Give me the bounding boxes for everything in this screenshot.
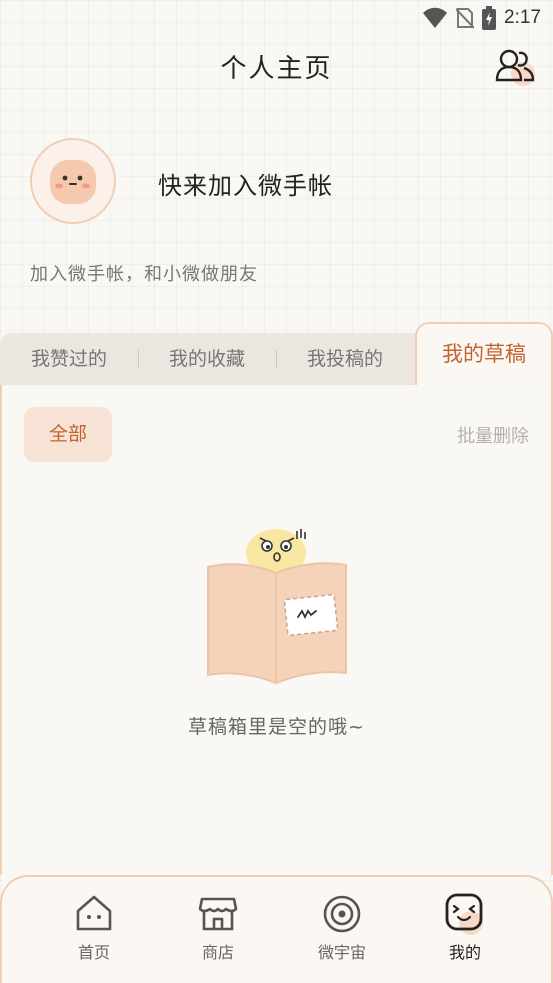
page-title: 个人主页 [220, 54, 333, 84]
filter-all-chip[interactable]: 全部 [24, 407, 112, 462]
batch-delete-button[interactable]: 批量删除 [457, 422, 529, 448]
status-time: 2:17 [504, 7, 541, 28]
friends-icon [495, 49, 535, 86]
nav-home-label: 首页 [77, 943, 110, 962]
empty-illustration [200, 525, 350, 690]
nav-shop-label: 商店 [201, 943, 234, 962]
nav-mine[interactable]: 我的 [425, 893, 505, 963]
nav-universe-label: 微宇宙 [317, 943, 366, 962]
universe-icon [323, 895, 361, 933]
status-bar: 2:17 [0, 0, 553, 36]
nav-home[interactable]: 首页 [54, 893, 134, 963]
profile-name[interactable]: 快来加入微手帐 [158, 166, 333, 201]
shop-icon [198, 897, 238, 931]
wifi-icon [423, 7, 448, 28]
avatar[interactable] [30, 138, 116, 224]
nav-universe[interactable]: 微宇宙 [302, 893, 382, 963]
face-icon [445, 893, 483, 935]
avatar-face-icon [50, 160, 96, 204]
friends-button[interactable] [493, 44, 537, 88]
book-character-icon [207, 529, 347, 685]
bottom-nav: 首页 商店 微宇宙 我的 [0, 875, 553, 983]
tab-submitted[interactable]: 我投稿的 [276, 333, 414, 385]
tab-favorites[interactable]: 我的收藏 [138, 333, 276, 385]
nav-mine-label: 我的 [448, 943, 481, 962]
status-icons: 2:17 [422, 6, 541, 30]
home-icon [76, 895, 112, 931]
no-sim-icon [456, 8, 475, 29]
tab-liked[interactable]: 我赞过的 [0, 333, 138, 385]
nav-shop[interactable]: 商店 [178, 893, 258, 963]
empty-state-text: 草稿箱里是空的哦~ [188, 716, 365, 738]
battery-icon [482, 6, 497, 30]
tab-drafts[interactable]: 我的草稿 [415, 322, 553, 385]
profile-bio: 加入微手帐，和小微做朋友 [30, 264, 258, 285]
